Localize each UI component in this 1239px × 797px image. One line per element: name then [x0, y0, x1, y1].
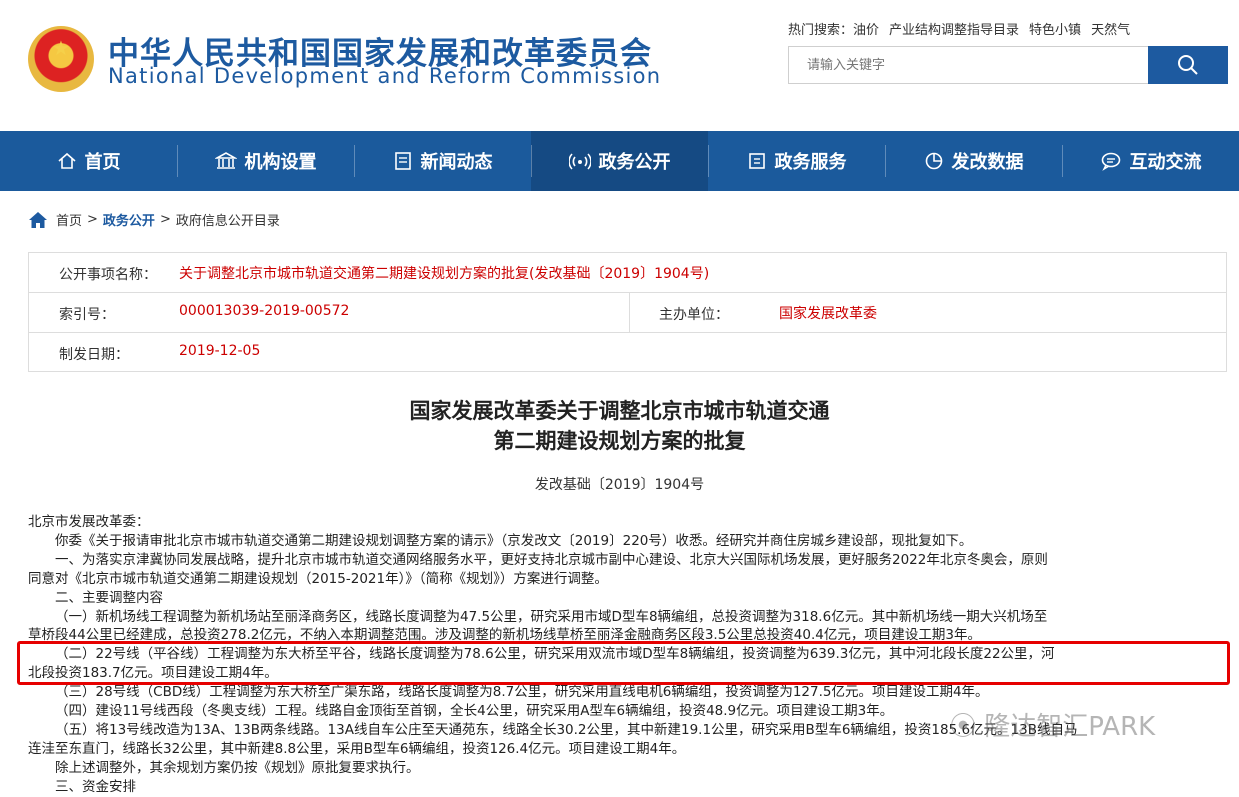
nav-item-label: 首页	[84, 152, 121, 173]
broadcast-icon	[568, 151, 591, 171]
hot-item[interactable]: 天然气	[1091, 23, 1130, 38]
paragraph-line: 你委《关于报请审批北京市城市轨道交通第二期建设规划调整方案的请示》（京发改文〔2…	[55, 532, 973, 549]
nav-item-interaction[interactable]: 互动交流	[1062, 131, 1239, 191]
search-icon	[1178, 55, 1198, 75]
hot-label: 热门搜索：	[788, 23, 854, 38]
home-icon[interactable]	[28, 211, 48, 229]
search-input[interactable]	[789, 47, 1148, 83]
nav-item-government-affairs[interactable]: 政务公开	[531, 131, 708, 191]
national-emblem-icon[interactable]: ★	[28, 26, 94, 92]
nav-item-label: 机构设置	[244, 152, 317, 173]
subject-value: 关于调整北京市城市轨道交通第二期建设规划方案的批复(发改基础〔2019〕1904…	[179, 266, 710, 282]
hot-searches: 热门搜索：油价 产业结构调整指导目录 特色小镇 天然气	[788, 19, 1140, 38]
watermark-text: 隆达智汇PARK	[984, 712, 1156, 742]
date-label: 制发日期：	[59, 347, 129, 363]
paragraph-line: 草桥段44公里已经建成，总投资278.2亿元，不纳入本期调整范围。涉及调整的新机…	[28, 627, 981, 644]
nav-item-services[interactable]: 政务服务	[708, 131, 885, 191]
watermark: ⦿ 隆达智汇PARK	[950, 706, 1155, 743]
info-row-date: 制发日期： 2019-12-05	[29, 333, 1226, 373]
pie-chart-icon	[924, 151, 944, 171]
nav-item-label: 发改数据	[951, 152, 1024, 173]
paragraph-line: 北段投资183.7亿元。项目建设工期4年。	[28, 665, 278, 682]
column-divider	[629, 293, 630, 333]
nav-item-label: 政务公开	[598, 152, 671, 173]
breadcrumb-current[interactable]: 政府信息公开目录	[176, 210, 280, 229]
paragraph-line: （二）22号线（平谷线）工程调整为东大桥至平谷，线路长度调整为78.6公里，研究…	[55, 646, 1055, 663]
unit-value: 国家发展改革委	[779, 306, 877, 322]
index-value: 000013039-2019-00572	[179, 303, 350, 319]
service-icon	[747, 151, 767, 171]
document-body: 北京市发展改革委： 你委《关于报请审批北京市城市轨道交通第二期建设规划调整方案的…	[28, 513, 1227, 797]
chat-icon	[1100, 151, 1122, 171]
paragraph-line: （三）28号线（CBD线）工程调整为东大桥至广渠东路，线路长度调整为8.7公里，…	[55, 684, 989, 701]
hot-item[interactable]: 产业结构调整指导目录	[889, 23, 1019, 38]
unit-label: 主办单位：	[659, 307, 729, 323]
document-number: 发改基础〔2019〕1904号	[534, 477, 705, 493]
info-row-index: 索引号： 000013039-2019-00572 主办单位： 国家发展改革委	[29, 293, 1226, 333]
search-box	[788, 46, 1148, 84]
breadcrumb-section[interactable]: 政务公开	[103, 210, 155, 229]
date-value: 2019-12-05	[179, 343, 261, 359]
document-title-line: 第二期建设规划方案的批复	[493, 429, 746, 453]
home-icon	[57, 151, 77, 171]
nav-item-label: 互动交流	[1129, 152, 1202, 173]
paragraph-line: 北京市发展改革委：	[28, 514, 150, 530]
breadcrumb: 首页 > 政务公开 > 政府信息公开目录	[28, 210, 280, 229]
paragraph-line: 一、为落实京津冀协同发展战略，提升北京市城市轨道交通网络服务水平，更好支持北京城…	[55, 551, 1048, 568]
nav-item-label: 新闻动态	[420, 152, 493, 173]
index-label: 索引号：	[59, 307, 115, 323]
hot-item[interactable]: 特色小镇	[1029, 23, 1081, 38]
breadcrumb-separator: >	[159, 212, 171, 227]
paragraph-line: 同意对《北京市城市轨道交通第二期建设规划（2015-2021年）》（简称《规划》…	[28, 570, 608, 587]
nav-item-label: 政务服务	[774, 152, 847, 173]
hot-item[interactable]: 油价	[853, 23, 879, 38]
paragraph-line: （一）新机场线工程调整为新机场站至丽泽商务区，线路长度调整为47.5公里，研究采…	[55, 608, 1048, 625]
nav-item-data[interactable]: 发改数据	[885, 131, 1062, 191]
news-icon	[393, 151, 413, 171]
main-nav: 首页 机构设置 新闻动态 政务公开 政务服务 发改数据 互动交流	[0, 131, 1239, 191]
document-info-table: 公开事项名称： 关于调整北京市城市轨道交通第二期建设规划方案的批复(发改基础〔2…	[28, 252, 1227, 372]
breadcrumb-home[interactable]: 首页	[56, 210, 82, 229]
nav-item-home[interactable]: 首页	[0, 131, 177, 191]
document-title-line: 国家发展改革委关于调整北京市城市轨道交通	[409, 399, 830, 423]
search-button[interactable]	[1148, 46, 1228, 84]
subject-label: 公开事项名称：	[59, 267, 157, 283]
building-icon	[214, 151, 237, 171]
nav-item-news[interactable]: 新闻动态	[354, 131, 531, 191]
site-title-en[interactable]: National Development and Reform Commissi…	[108, 64, 661, 88]
wechat-icon: ⦿	[950, 712, 977, 742]
paragraph-line: 三、资金安排	[55, 778, 136, 795]
nav-item-organization[interactable]: 机构设置	[177, 131, 354, 191]
document-title: 国家发展改革委关于调整北京市城市轨道交通 第二期建设规划方案的批复	[0, 396, 1239, 456]
paragraph-line: 二、主要调整内容	[55, 589, 163, 606]
site-header: ★ 中华人民共和国国家发展和改革委员会 National Development…	[0, 0, 1239, 131]
info-row-subject: 公开事项名称： 关于调整北京市城市轨道交通第二期建设规划方案的批复(发改基础〔2…	[29, 253, 1226, 293]
paragraph-line: 除上述调整外，其余规划方案仍按《规划》原批复要求执行。	[55, 759, 420, 776]
breadcrumb-separator: >	[87, 212, 98, 227]
